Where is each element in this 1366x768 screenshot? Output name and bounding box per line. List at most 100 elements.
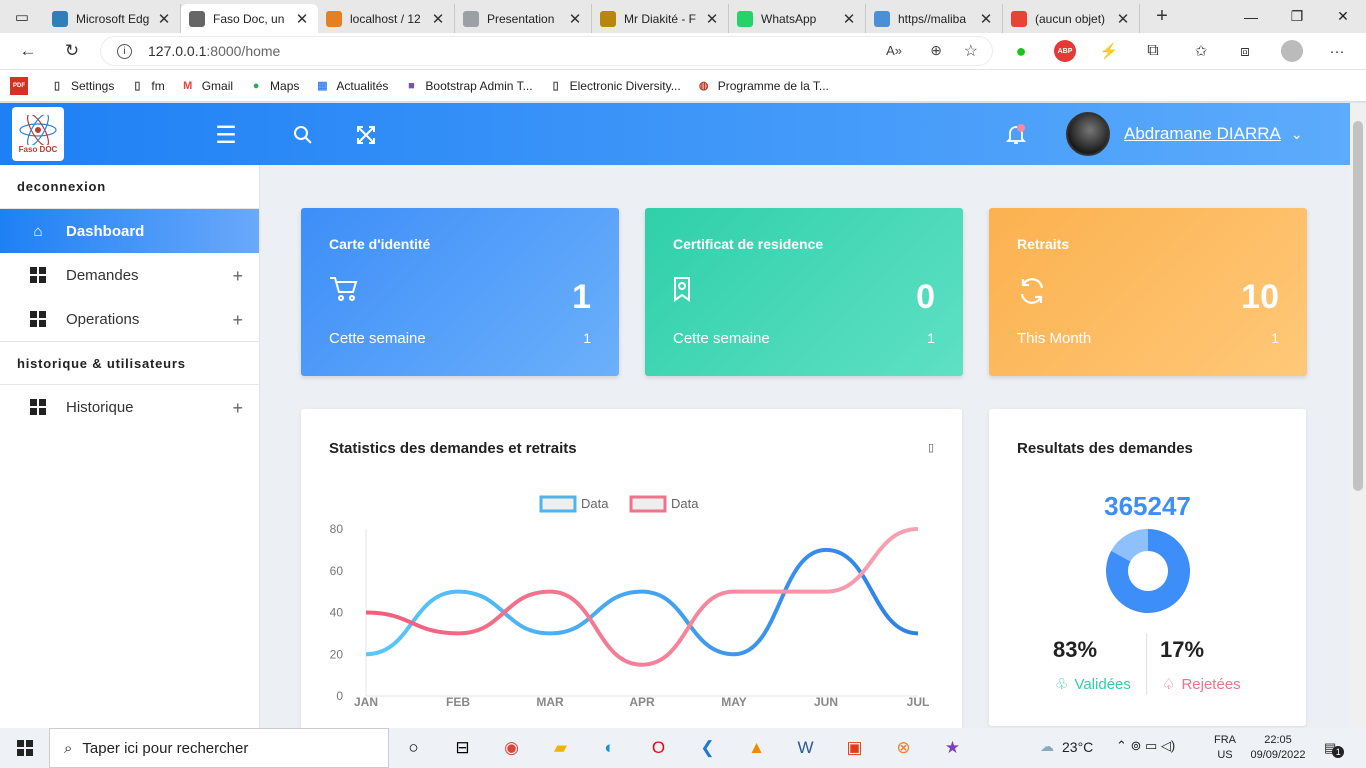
sidebar-item-demandes[interactable]: Demandes + — [0, 253, 259, 297]
series-line — [365, 547, 919, 657]
menu-toggle-icon[interactable]: ☰ — [212, 121, 240, 149]
expand-plus-icon[interactable]: + — [232, 398, 243, 419]
thumb-up-icon: ♧ — [1055, 676, 1069, 693]
read-aloud-icon[interactable]: A» — [886, 43, 902, 58]
opera-icon[interactable]: O — [634, 728, 683, 768]
card-period-value: 1 — [927, 330, 935, 346]
reload-icon[interactable]: ↻ — [58, 39, 86, 63]
close-tab-icon[interactable]: ✕ — [1115, 10, 1131, 28]
expand-plus-icon[interactable]: + — [232, 310, 243, 331]
card-period-label: Cette semaine — [329, 330, 426, 347]
search-icon[interactable] — [289, 121, 317, 149]
scrollbar-thumb[interactable] — [1353, 121, 1363, 491]
sidebar-section-deconnexion[interactable]: deconnexion — [0, 165, 259, 209]
close-window-button[interactable]: ✕ — [1320, 0, 1366, 33]
adblock-icon[interactable]: ABP — [1054, 40, 1076, 62]
browser-tab[interactable]: Microsoft Edg ✕ — [44, 4, 181, 33]
app-star-icon[interactable]: ★ — [928, 728, 977, 768]
new-tab-button[interactable]: + — [1140, 0, 1184, 33]
start-button[interactable] — [0, 728, 49, 768]
browser-tab[interactable]: Faso Doc, un ✕ — [181, 4, 318, 33]
weather-temp[interactable]: 23°C — [1062, 739, 1093, 755]
url-path: :8000/home — [206, 43, 281, 59]
close-tab-icon[interactable]: ✕ — [704, 10, 720, 28]
file-explorer-icon[interactable]: ▰ — [536, 728, 585, 768]
url-bar[interactable]: i 127.0.0.1:8000/home A» ⊕ ☆ — [100, 36, 993, 66]
browser-tab[interactable]: (aucun objet) ✕ — [1003, 4, 1140, 33]
bookmark-item[interactable]: ■ Bootstrap Admin T... — [403, 78, 533, 94]
tab-title: localhost / 12 — [350, 11, 421, 26]
close-tab-icon[interactable]: ✕ — [156, 10, 172, 28]
close-tab-icon[interactable]: ✕ — [294, 10, 310, 28]
zoom-icon[interactable]: ⊕ — [930, 42, 942, 59]
language-indicator[interactable]: FRA US — [1214, 733, 1236, 763]
notification-bell-icon[interactable] — [1002, 121, 1030, 149]
fullscreen-icon[interactable] — [352, 121, 380, 149]
bookmark-item[interactable]: ◍ Programme de la T... — [696, 78, 829, 94]
app-logo[interactable]: Faso DOC — [12, 107, 64, 161]
back-icon[interactable]: ← — [14, 39, 42, 63]
bookmark-item[interactable]: ▯ fm — [129, 78, 164, 94]
close-tab-icon[interactable]: ✕ — [841, 10, 857, 28]
url-host: 127.0.0.1 — [148, 43, 207, 59]
vscode-icon[interactable]: ❮ — [683, 728, 732, 768]
expand-plus-icon[interactable]: + — [232, 266, 243, 287]
chrome-icon[interactable]: ◉ — [487, 728, 536, 768]
favorites-icon[interactable]: ✩ — [1190, 40, 1212, 62]
bookmark-item[interactable]: M Gmail — [180, 78, 233, 94]
favorite-add-icon[interactable]: ☆ — [964, 41, 978, 61]
sidebar-item-historique[interactable]: Historique + — [0, 385, 259, 429]
xampp-icon[interactable]: ⊗ — [879, 728, 928, 768]
close-tab-icon[interactable]: ✕ — [978, 10, 994, 28]
pdf-icon: PDF — [10, 76, 28, 95]
browser-tab[interactable]: WhatsApp ✕ — [729, 4, 866, 33]
widgets-icon[interactable]: ⊟ — [438, 728, 487, 768]
legend-label[interactable]: Data — [671, 496, 699, 511]
minimize-button[interactable]: — — [1228, 0, 1274, 33]
browser-tab[interactable]: Mr Diakité - F ✕ — [592, 4, 729, 33]
page-scrollbar[interactable] — [1350, 103, 1366, 728]
card-period-label: This Month — [1017, 330, 1092, 347]
legend-swatch[interactable] — [629, 495, 667, 513]
bookmark-item[interactable]: ▦ Actualités — [314, 78, 388, 94]
tray-icons[interactable]: ⌃ ⊚ ▭ ◁) — [1116, 738, 1175, 754]
more-menu-icon[interactable]: ··· — [1326, 40, 1348, 62]
legend-swatch[interactable] — [539, 495, 577, 513]
info-icon[interactable]: i — [117, 43, 132, 59]
word-icon[interactable]: W — [781, 728, 830, 768]
sidebar-item-operations[interactable]: Operations + — [0, 297, 259, 341]
browser-tab[interactable]: localhost / 12 ✕ — [318, 4, 455, 33]
profile-icon[interactable] — [1281, 40, 1303, 62]
task-view-icon[interactable]: ○ — [389, 728, 438, 768]
extension-green-icon[interactable]: ● — [1010, 40, 1032, 62]
close-tab-icon[interactable]: ✕ — [430, 10, 446, 28]
close-tab-icon[interactable]: ✕ — [567, 10, 583, 28]
browser-tab[interactable]: Presentation ✕ — [455, 4, 592, 33]
bookmark-label: fm — [151, 78, 165, 93]
bookmark-item[interactable]: ▯ Electronic Diversity... — [548, 78, 681, 94]
collections-icon[interactable]: ⧈ — [1234, 40, 1256, 62]
edge-icon[interactable]: ◐ — [585, 728, 634, 768]
restore-button[interactable]: ❐ — [1274, 0, 1320, 33]
y-tick-label: 40 — [330, 606, 344, 620]
tab-actions-icon[interactable]: ▭ — [0, 0, 44, 33]
bookmark-label: Maps — [270, 78, 300, 93]
user-menu[interactable]: Abdramane DIARRA ⌄ — [1066, 112, 1303, 156]
bookmark-pdf[interactable]: PDF — [10, 76, 34, 95]
vlc-icon[interactable]: ▲ — [732, 728, 781, 768]
sidebar-item-dashboard[interactable]: ⌂ Dashboard — [0, 209, 259, 253]
legend-label[interactable]: Data — [581, 496, 609, 511]
office-icon[interactable]: ▣ — [830, 728, 879, 768]
notification-center-icon[interactable]: ▤ 1 — [1324, 738, 1345, 758]
bookmark-item[interactable]: ● Maps — [248, 78, 300, 94]
lightning-extension-icon[interactable]: ⚡ — [1098, 40, 1120, 62]
results-panel: Resultats des demandes 365247 83% ♧ Vali… — [989, 409, 1306, 726]
taskbar-search[interactable]: ⌕ Taper ici pour rechercher — [49, 728, 389, 768]
results-divider — [1146, 633, 1147, 695]
extensions-icon[interactable]: ⧉ — [1142, 40, 1164, 62]
panel-menu-icon[interactable]: ▯ — [928, 441, 934, 454]
bookmark-item[interactable]: ▯ Settings — [49, 78, 114, 94]
clock[interactable]: 22:05 09/09/2022 — [1250, 733, 1306, 763]
atom-logo-icon — [19, 114, 57, 145]
browser-tab[interactable]: https//maliba ✕ — [866, 4, 1003, 33]
